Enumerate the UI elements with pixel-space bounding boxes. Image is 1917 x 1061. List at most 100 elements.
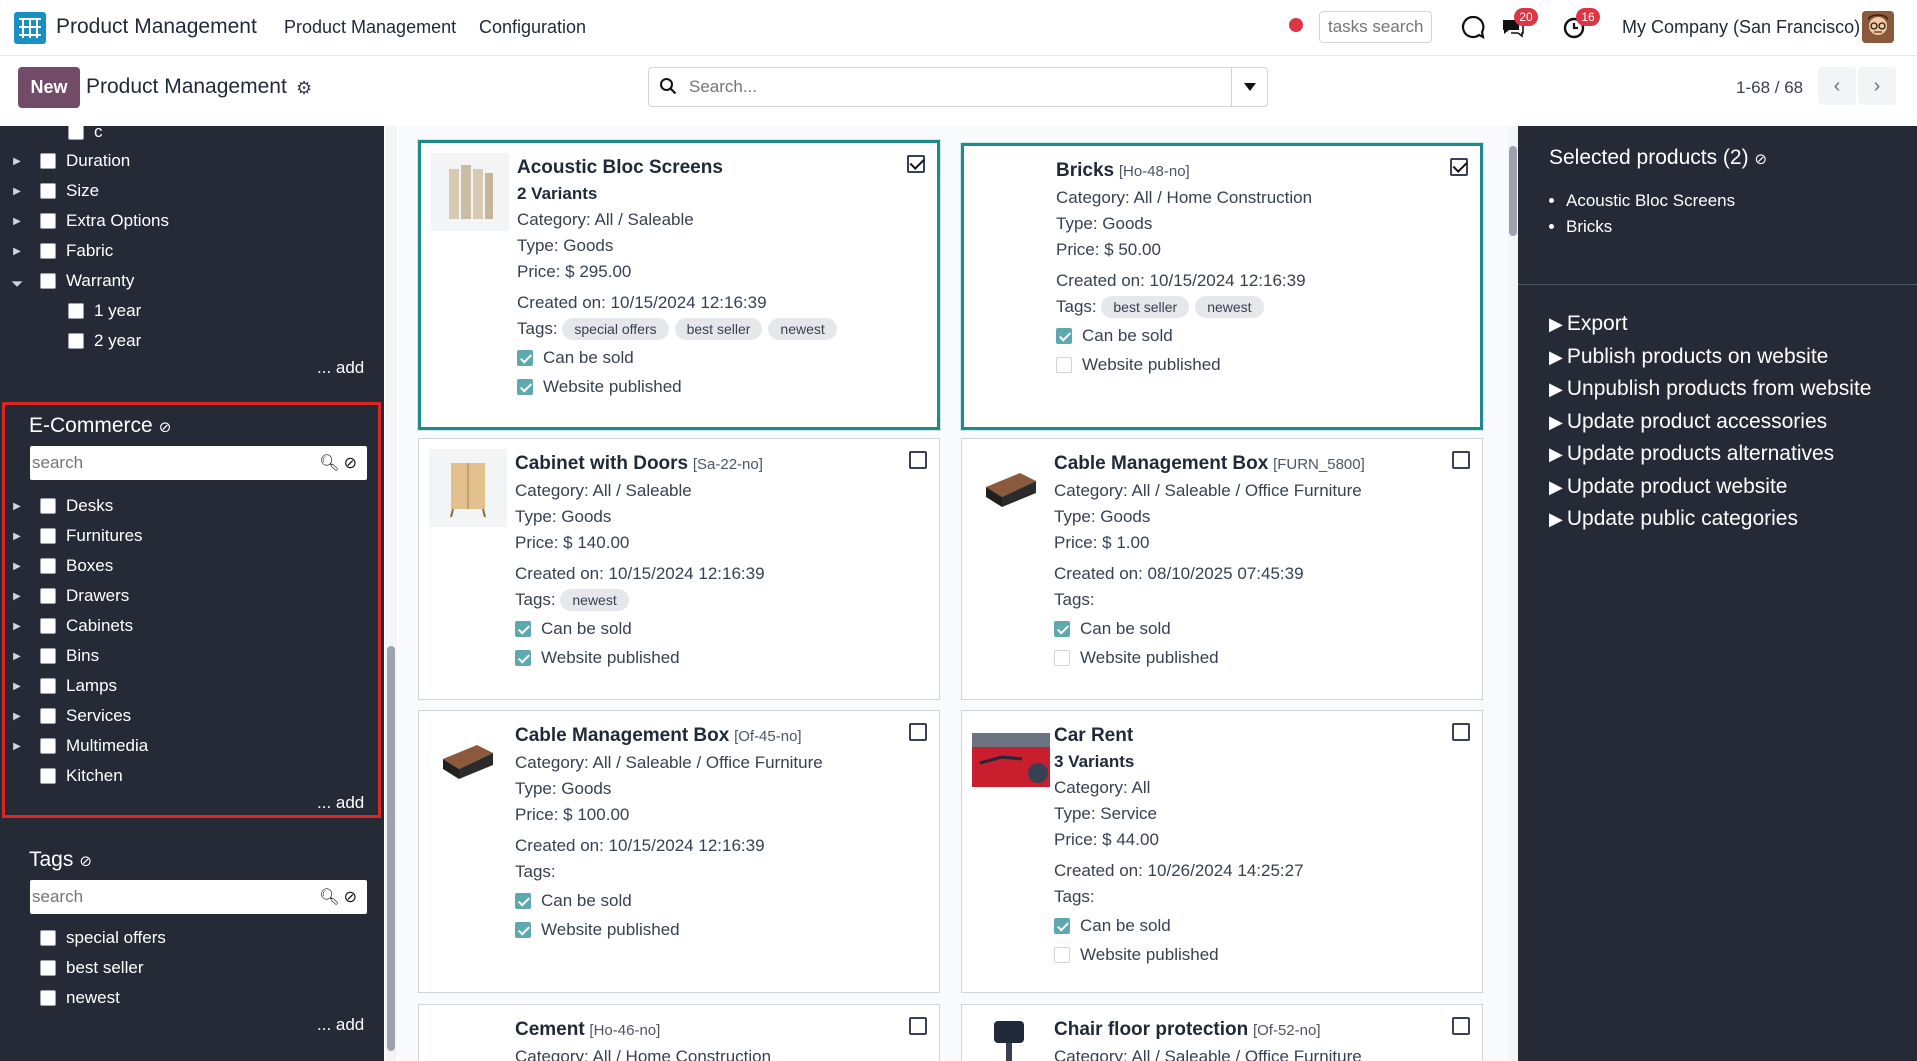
checkbox[interactable] bbox=[40, 153, 56, 169]
caret-right-icon[interactable]: ▶ bbox=[12, 246, 22, 257]
ecommerce-item-bins[interactable]: ▶ Bins bbox=[12, 643, 99, 669]
action-update-accessories[interactable]: Update product accessories bbox=[1549, 406, 1872, 439]
filter-item-c[interactable]: c bbox=[68, 126, 103, 145]
filter-item-size[interactable]: ▶ Size bbox=[12, 178, 99, 204]
product-card-car-rent[interactable]: Car Rent 3 Variants Category: All Type: … bbox=[961, 710, 1483, 993]
cards-scrollbar[interactable] bbox=[1508, 126, 1518, 1061]
website-published-checkbox[interactable] bbox=[1054, 650, 1070, 666]
checkbox[interactable] bbox=[40, 990, 56, 1006]
ecommerce-add-link[interactable]: ... add bbox=[317, 793, 364, 813]
card-select-checkbox[interactable] bbox=[909, 1017, 927, 1035]
card-select-checkbox[interactable] bbox=[909, 451, 927, 469]
ecommerce-item-kitchen[interactable]: Kitchen bbox=[40, 763, 123, 789]
product-card-acoustic-bloc-screens[interactable]: Acoustic Bloc Screens 2 Variants Categor… bbox=[418, 140, 940, 430]
caret-right-icon[interactable]: ▶ bbox=[12, 186, 22, 197]
card-select-checkbox[interactable] bbox=[1452, 451, 1470, 469]
checkbox[interactable] bbox=[40, 528, 56, 544]
checkbox[interactable] bbox=[68, 333, 84, 349]
filter-item-warranty[interactable]: ◢ Warranty bbox=[10, 268, 134, 294]
can-be-sold-checkbox[interactable] bbox=[1054, 918, 1070, 934]
card-select-checkbox[interactable] bbox=[909, 723, 927, 741]
checkbox[interactable] bbox=[40, 768, 56, 784]
can-be-sold-checkbox[interactable] bbox=[517, 350, 533, 366]
checkbox[interactable] bbox=[40, 213, 56, 229]
card-select-checkbox[interactable] bbox=[1452, 1017, 1470, 1035]
action-update-alternatives[interactable]: Update products alternatives bbox=[1549, 438, 1872, 471]
ecommerce-search-input[interactable] bbox=[32, 452, 302, 474]
website-published-checkbox[interactable] bbox=[517, 379, 533, 395]
scrollbar-thumb[interactable] bbox=[387, 646, 395, 1051]
left-panel-scrollbar[interactable] bbox=[385, 126, 397, 1061]
pager-value[interactable]: 1-68 / 68 bbox=[1736, 78, 1803, 98]
caret-right-icon[interactable]: ▶ bbox=[12, 621, 22, 632]
attributes-add-link[interactable]: ... add bbox=[317, 358, 364, 378]
action-publish-products[interactable]: Publish products on website bbox=[1549, 341, 1872, 374]
caret-right-icon[interactable]: ▶ bbox=[12, 681, 22, 692]
filter-item-1-year[interactable]: 1 year bbox=[68, 298, 141, 324]
card-select-checkbox[interactable] bbox=[907, 155, 925, 173]
caret-right-icon[interactable]: ▶ bbox=[12, 156, 22, 167]
record-status-icon[interactable] bbox=[1289, 18, 1303, 32]
ecommerce-item-furnitures[interactable]: ▶ Furnitures bbox=[12, 523, 142, 549]
action-update-website[interactable]: Update product website bbox=[1549, 471, 1872, 504]
clear-filter-icon[interactable]: ⊘ bbox=[159, 419, 172, 436]
company-switcher[interactable]: My Company (San Francisco) bbox=[1622, 17, 1860, 38]
caret-down-icon[interactable]: ◢ bbox=[10, 274, 25, 289]
app-title[interactable]: Product Management bbox=[56, 15, 257, 39]
website-published-checkbox[interactable] bbox=[515, 650, 531, 666]
search-icon[interactable]: 🔍︎ bbox=[319, 455, 343, 472]
can-be-sold-checkbox[interactable] bbox=[515, 893, 531, 909]
clear-icon[interactable]: ⊘ bbox=[344, 889, 361, 906]
filter-item-duration[interactable]: ▶ Duration bbox=[12, 148, 130, 174]
filter-item-extra-options[interactable]: ▶ Extra Options bbox=[12, 208, 169, 234]
checkbox[interactable] bbox=[40, 183, 56, 199]
product-card-cabinet-with-doors[interactable]: Cabinet with Doors [Sa-22-no] Category: … bbox=[418, 438, 940, 700]
caret-right-icon[interactable]: ▶ bbox=[12, 531, 22, 542]
checkbox[interactable] bbox=[40, 273, 56, 289]
checkbox[interactable] bbox=[40, 498, 56, 514]
search-options-toggle[interactable] bbox=[1231, 68, 1267, 106]
ecommerce-item-boxes[interactable]: ▶ Boxes bbox=[12, 553, 113, 579]
checkbox[interactable] bbox=[40, 738, 56, 754]
ecommerce-item-services[interactable]: ▶ Services bbox=[12, 703, 131, 729]
checkbox[interactable] bbox=[40, 558, 56, 574]
product-card-cement[interactable]: Cement [Ho-46-no] Category: All / Home C… bbox=[418, 1004, 940, 1061]
card-select-checkbox[interactable] bbox=[1450, 158, 1468, 176]
tags-add-link[interactable]: ... add bbox=[317, 1015, 364, 1035]
filter-item-fabric[interactable]: ▶ Fabric bbox=[12, 238, 113, 264]
can-be-sold-checkbox[interactable] bbox=[515, 621, 531, 637]
clear-icon[interactable]: ⊘ bbox=[344, 455, 361, 472]
checkbox[interactable] bbox=[68, 303, 84, 319]
ecommerce-item-multimedia[interactable]: ▶ Multimedia bbox=[12, 733, 148, 759]
gear-icon[interactable]: ⚙ bbox=[296, 78, 312, 99]
website-published-checkbox[interactable] bbox=[1054, 947, 1070, 963]
checkbox[interactable] bbox=[40, 243, 56, 259]
product-card-cable-management-box-of[interactable]: Cable Management Box [Of-45-no] Category… bbox=[418, 710, 940, 993]
checkbox[interactable] bbox=[40, 588, 56, 604]
caret-right-icon[interactable]: ▶ bbox=[12, 651, 22, 662]
activities-button[interactable]: 16 bbox=[1562, 8, 1600, 40]
website-published-checkbox[interactable] bbox=[515, 922, 531, 938]
caret-right-icon[interactable]: ▶ bbox=[12, 216, 22, 227]
caret-right-icon[interactable]: ▶ bbox=[12, 561, 22, 572]
pager-next-button[interactable]: › bbox=[1858, 67, 1896, 105]
clear-selection-icon[interactable]: ⊘ bbox=[1754, 151, 1767, 168]
search-icon[interactable]: 🔍︎ bbox=[319, 889, 343, 906]
ecommerce-item-desks[interactable]: ▶ Desks bbox=[12, 493, 113, 519]
checkbox[interactable] bbox=[40, 648, 56, 664]
checkbox[interactable] bbox=[40, 930, 56, 946]
website-published-checkbox[interactable] bbox=[1056, 357, 1072, 373]
caret-right-icon[interactable]: ▶ bbox=[12, 741, 22, 752]
menu-product-management[interactable]: Product Management bbox=[284, 17, 456, 38]
card-select-checkbox[interactable] bbox=[1452, 723, 1470, 741]
checkbox[interactable] bbox=[40, 678, 56, 694]
filter-item-2-year[interactable]: 2 year bbox=[68, 328, 141, 354]
new-button[interactable]: New bbox=[18, 67, 80, 108]
tags-search-input[interactable] bbox=[32, 886, 302, 908]
pager-previous-button[interactable]: ‹ bbox=[1818, 67, 1856, 105]
messages-button[interactable]: 20 bbox=[1500, 8, 1538, 40]
can-be-sold-checkbox[interactable] bbox=[1056, 328, 1072, 344]
scrollbar-thumb[interactable] bbox=[1509, 146, 1517, 236]
tag-item-newest[interactable]: newest bbox=[40, 985, 120, 1011]
product-card-cable-management-box-furn[interactable]: Cable Management Box [FURN_5800] Categor… bbox=[961, 438, 1483, 700]
